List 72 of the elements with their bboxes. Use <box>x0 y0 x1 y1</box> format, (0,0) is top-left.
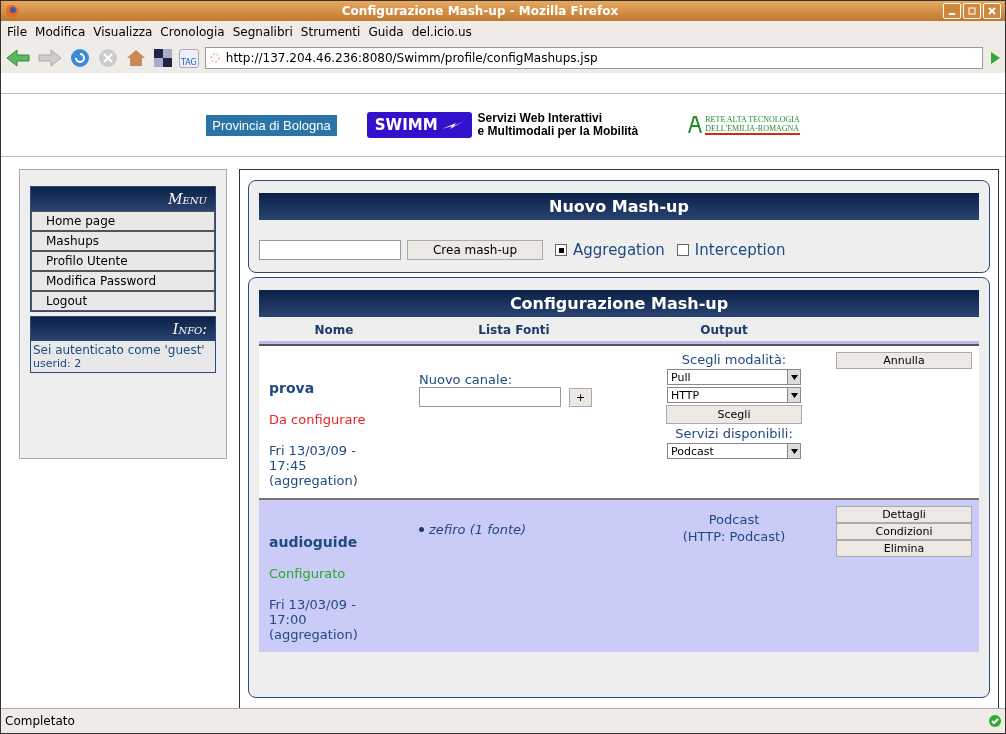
services-label: Servizi disponibili: <box>675 426 793 441</box>
radio-button[interactable] <box>555 244 567 256</box>
column-header: Output <box>699 323 749 337</box>
reload-icon[interactable] <box>69 47 91 69</box>
add-button[interactable]: + <box>569 387 593 407</box>
menu-item[interactable]: Segnalibri <box>228 25 297 39</box>
dropdown[interactable]: HTTP <box>667 387 801 403</box>
mashup-name: audioguide <box>269 534 359 550</box>
status-text: Completato <box>5 714 75 728</box>
sidebar-item[interactable]: Profilo Utente <box>31 251 215 271</box>
mashup-date: Fri 13/03/09 - 17:00 (aggregation) <box>269 597 359 642</box>
channel-label: Nuovo canale: <box>419 372 513 387</box>
menu-heading: Menu <box>31 187 215 211</box>
stop-icon[interactable] <box>97 47 119 69</box>
panel-heading: Nuovo Mash-up <box>259 193 979 220</box>
forward-arrow-icon[interactable] <box>37 48 63 68</box>
province-logo: Provincia di Bologna <box>206 114 337 136</box>
close-icon[interactable] <box>983 3 1001 19</box>
output-text: (HTTP: Podcast) <box>682 529 786 544</box>
choose-button[interactable]: Scegli <box>666 405 802 424</box>
sidebar-item[interactable]: Home page <box>31 211 215 231</box>
browser-logo-icon <box>5 4 19 18</box>
mashup-date: Fri 13/03/09 - 17:45 (aggregation) <box>269 443 359 488</box>
tagline: Servizi Web Interattivi e Multimodali per la Mobilità <box>477 112 639 138</box>
mode-label: Scegli modalità: <box>681 352 787 367</box>
radio-label[interactable]: Aggregation <box>573 241 665 259</box>
bullet-icon <box>419 527 424 532</box>
source-link[interactable]: zefiro (1 fonte) <box>429 522 527 537</box>
check-icon <box>989 715 1001 727</box>
network-logo-icon <box>688 116 703 134</box>
grid-squares-icon[interactable] <box>153 48 173 68</box>
mashup-status: Da configurare <box>269 412 367 427</box>
swimm-logo: SWIMM <box>366 112 472 138</box>
window-title: Configurazione Mash-up - Mozilla Firefox <box>340 4 620 18</box>
userid-text: userid: 2 <box>33 357 83 370</box>
tag-button[interactable]: TAG <box>179 48 199 68</box>
sidebar-item[interactable]: Modifica Password <box>31 271 215 291</box>
column-header: Nome <box>313 323 355 337</box>
address-bar[interactable]: http://137.204.46.236:8080/Swimm/profile/configMashups.jsp <box>204 47 983 69</box>
minimize-icon[interactable] <box>943 3 961 19</box>
action-button[interactable]: Annulla <box>836 352 972 369</box>
network-logo-text: RETE ALTA TECNOLOGIA DELL'EMILIA-ROMAGNA <box>705 115 800 135</box>
menu-item[interactable]: Strumenti <box>296 25 365 39</box>
info-text: Sei autenticato come 'guest' <box>33 343 206 357</box>
channel-input[interactable] <box>419 387 561 407</box>
menu-item[interactable]: Guida <box>364 25 408 39</box>
menu-item[interactable]: del.icio.us <box>407 25 476 39</box>
menu-item[interactable]: Visualizza <box>89 25 157 39</box>
mashup-status: Configurato <box>269 566 347 581</box>
action-button[interactable]: Condizioni <box>836 523 972 540</box>
mashup-name-input[interactable] <box>259 240 401 260</box>
radio-label[interactable]: Interception <box>694 241 786 259</box>
dropdown[interactable]: Podcast <box>667 443 801 459</box>
action-button[interactable]: Dettagli <box>836 506 972 523</box>
info-heading: Info: <box>31 317 215 341</box>
home-icon[interactable] <box>125 47 147 69</box>
sidebar-item[interactable]: Mashups <box>31 231 215 251</box>
column-header: Lista Fonti <box>477 323 551 337</box>
dropdown[interactable]: Pull <box>667 369 801 385</box>
sidebar-item[interactable]: Logout <box>31 291 215 311</box>
menu-item[interactable]: Cronologia <box>156 25 229 39</box>
action-button[interactable]: Elimina <box>836 540 972 557</box>
loading-icon <box>209 53 220 63</box>
mashup-name: prova <box>269 380 316 396</box>
radio-button[interactable] <box>676 244 689 256</box>
menu-item[interactable]: Modifica <box>31 25 90 39</box>
back-arrow-icon[interactable] <box>5 48 31 68</box>
panel-heading: Configurazione Mash-up <box>259 290 979 317</box>
menu-item[interactable]: File <box>3 25 32 39</box>
output-text: Podcast <box>708 512 760 527</box>
maximize-icon[interactable] <box>963 3 981 19</box>
create-button[interactable]: Crea mash-up <box>407 240 543 260</box>
